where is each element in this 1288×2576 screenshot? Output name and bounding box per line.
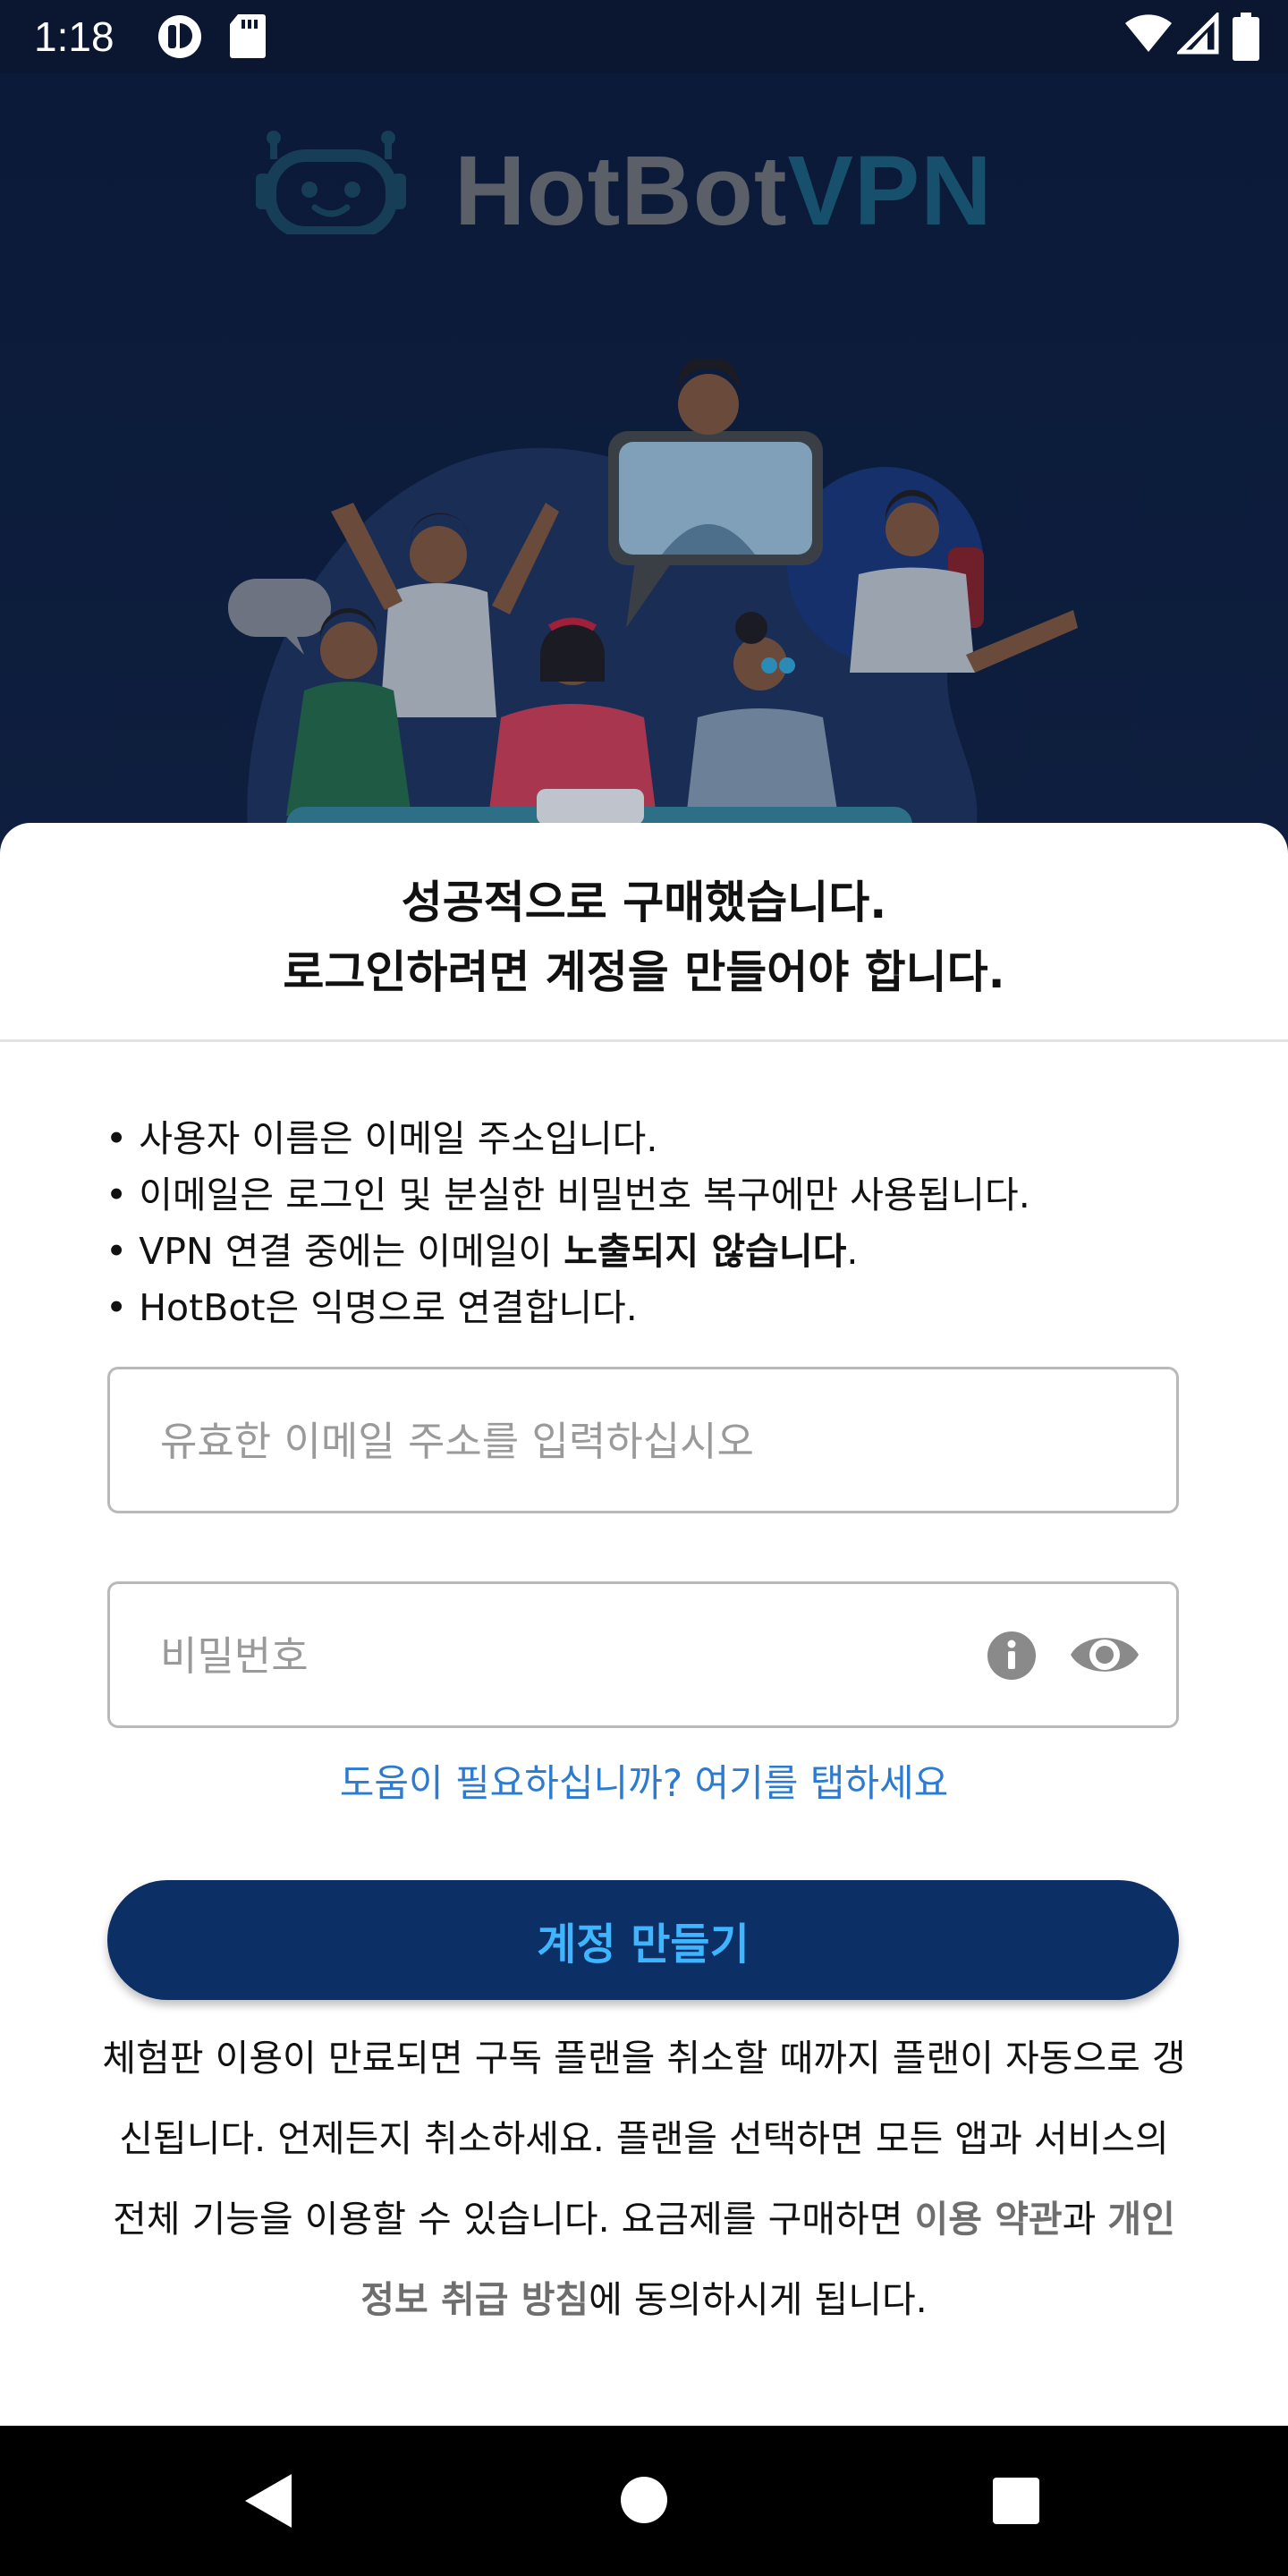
people-illustration	[228, 360, 1078, 860]
hero-banner: HotBotVPN	[0, 73, 1288, 860]
title-line-2: 로그인하려면 계정을 만들어야 합니다.	[283, 946, 1005, 998]
home-icon[interactable]	[620, 2476, 668, 2524]
info-bullets: • 사용자 이름은 이메일 주소입니다. • 이메일은 로그인 및 분실한 비밀…	[106, 1111, 1206, 1336]
back-icon[interactable]	[242, 2472, 295, 2529]
battery-icon	[1233, 13, 1259, 61]
terms-text-part2: 과	[1062, 2198, 1108, 2241]
sd-card-icon	[230, 14, 266, 58]
signup-sheet: 성공적으로 구매했습니다. 로그인하려면 계정을 만들어야 합니다. • 사용자…	[0, 823, 1288, 2426]
divider	[0, 1039, 1288, 1042]
signal-icon	[1177, 13, 1219, 55]
terms-of-use-link[interactable]: 이용 약관	[915, 2198, 1063, 2241]
create-account-button[interactable]: 계정 만들기	[107, 1880, 1179, 2000]
bullet-username: • 사용자 이름은 이메일 주소입니다.	[106, 1117, 658, 1160]
wifi-icon	[1125, 14, 1172, 52]
bullet-email-hidden: • VPN 연결 중에는 이메일이 노출되지 않습니다.	[106, 1224, 1206, 1280]
bullet-email-use: • 이메일은 로그인 및 분실한 비밀번호 복구에만 사용됩니다.	[106, 1174, 1030, 1216]
bullet-text-end: .	[846, 1230, 859, 1273]
status-bar: 1:18	[0, 0, 1288, 73]
hotspot-app-icon	[158, 15, 201, 58]
eye-icon[interactable]	[1069, 1625, 1140, 1684]
navigation-bar	[0, 2426, 1288, 2576]
hotbot-logo: HotBotVPN	[250, 127, 992, 252]
terms-text-part3: 에 동의하시게 됩니다.	[589, 2278, 928, 2321]
sheet-title: 성공적으로 구매했습니다. 로그인하려면 계정을 만들어야 합니다.	[0, 823, 1288, 1041]
password-input[interactable]	[158, 1584, 967, 1727]
bullet-bold-text: 노출되지 않습니다	[564, 1230, 847, 1273]
robot-logo-icon	[256, 131, 406, 239]
bullet-anonymous: • HotBot은 익명으로 연결합니다.	[106, 1286, 638, 1329]
logo-text-hotbot: HotBot	[454, 136, 788, 246]
email-field[interactable]	[107, 1367, 1179, 1513]
status-time: 1:18	[34, 13, 114, 60]
password-field[interactable]	[107, 1581, 1179, 1728]
recents-icon[interactable]	[991, 2476, 1041, 2526]
bullet-text: • VPN 연결 중에는 이메일이	[106, 1230, 564, 1273]
title-line-1: 성공적으로 구매했습니다.	[401, 877, 887, 928]
terms-text: 체험판 이용이 만료되면 구독 플랜을 취소할 때까지 플랜이 자동으로 갱신됩…	[98, 2018, 1190, 2340]
email-input[interactable]	[158, 1369, 967, 1513]
info-icon[interactable]	[987, 1631, 1037, 1681]
logo-text-vpn: VPN	[787, 136, 993, 246]
help-link[interactable]: 도움이 필요하십니까? 여기를 탭하세요	[0, 1753, 1288, 1808]
